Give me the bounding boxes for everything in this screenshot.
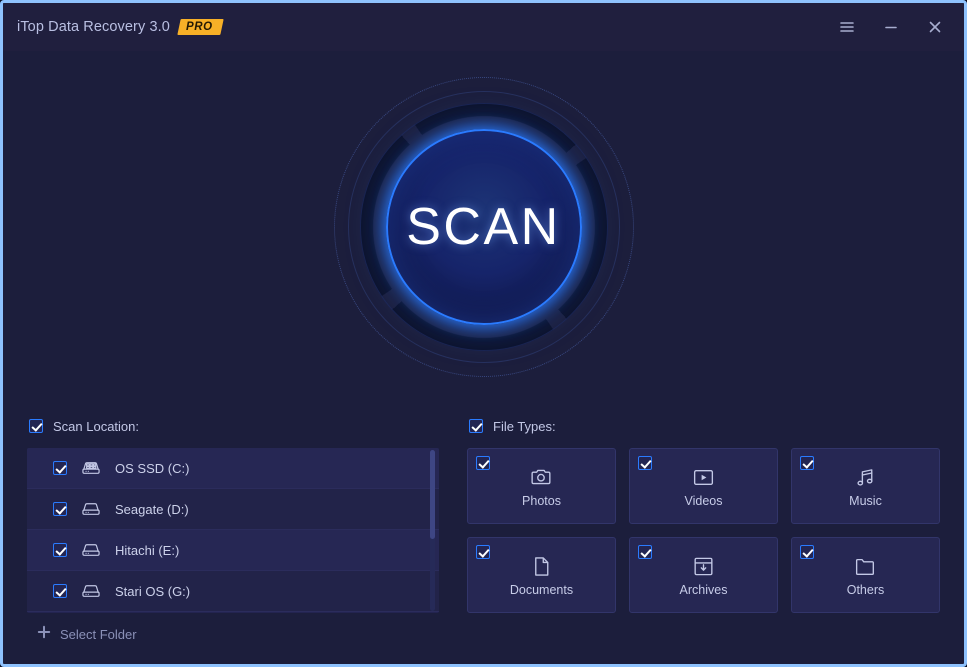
scan-location-label: Scan Location: bbox=[53, 418, 140, 434]
drive-checkbox[interactable] bbox=[53, 584, 67, 598]
drive-label: Hitachi (E:) bbox=[115, 542, 180, 558]
file-type-label: Music bbox=[849, 494, 882, 508]
folder-icon bbox=[853, 553, 878, 579]
file-type-card-documents[interactable]: Documents bbox=[467, 537, 616, 613]
camera-icon bbox=[529, 464, 554, 490]
plus-icon bbox=[37, 625, 51, 644]
scan-button-label: SCAN bbox=[406, 198, 561, 256]
file-type-checkbox[interactable] bbox=[476, 545, 490, 559]
file-type-label: Videos bbox=[684, 494, 723, 508]
drive-label: Seagate (D:) bbox=[115, 501, 189, 517]
drive-row[interactable]: Stari OS (G:) bbox=[27, 571, 439, 612]
file-types-panel: File Types: Photos Videos Music Document… bbox=[467, 413, 940, 664]
ssd-icon bbox=[80, 457, 102, 479]
drive-list-scroll-thumb[interactable] bbox=[430, 450, 435, 539]
document-icon bbox=[529, 553, 554, 579]
select-folder-button[interactable]: Select Folder bbox=[27, 617, 137, 651]
drive-list-scrollbar[interactable] bbox=[430, 450, 435, 611]
drive-checkbox[interactable] bbox=[53, 461, 67, 475]
video-play-icon bbox=[691, 464, 716, 490]
pro-badge-label: PRO bbox=[185, 21, 213, 33]
minimize-icon[interactable] bbox=[876, 12, 906, 42]
file-types-checkbox[interactable] bbox=[469, 419, 483, 433]
file-type-checkbox[interactable] bbox=[476, 456, 490, 470]
hdd-icon bbox=[80, 498, 102, 520]
drive-list: OS SSD (C:) Seagate (D:) Hitachi (E:) St… bbox=[27, 448, 439, 613]
file-type-card-videos[interactable]: Videos bbox=[629, 448, 778, 524]
file-type-card-others[interactable]: Others bbox=[791, 537, 940, 613]
drive-label: Stari OS (G:) bbox=[115, 583, 191, 599]
music-note-icon bbox=[853, 464, 878, 490]
drive-row[interactable]: OS SSD (C:) bbox=[27, 448, 439, 489]
file-types-grid: Photos Videos Music Documents Archives O… bbox=[467, 448, 940, 613]
title-bar: iTop Data Recovery 3.0 PRO bbox=[3, 3, 964, 51]
file-type-card-photos[interactable]: Photos bbox=[467, 448, 616, 524]
pro-badge: PRO bbox=[177, 19, 224, 35]
scan-location-panel: Scan Location: OS SSD (C:) Seagate (D:) … bbox=[27, 413, 439, 664]
drive-row[interactable]: Seagate (D:) bbox=[27, 489, 439, 530]
file-type-label: Others bbox=[846, 583, 885, 597]
file-type-checkbox[interactable] bbox=[800, 456, 814, 470]
drive-checkbox[interactable] bbox=[53, 543, 67, 557]
archive-box-icon bbox=[691, 553, 716, 579]
scan-core[interactable]: SCAN bbox=[385, 129, 582, 325]
file-type-label: Documents bbox=[509, 583, 574, 597]
file-types-header: File Types: bbox=[467, 413, 940, 439]
window-controls bbox=[832, 12, 964, 42]
scan-hero: SCAN bbox=[3, 51, 964, 403]
scan-location-header: Scan Location: bbox=[27, 413, 439, 439]
app-window: iTop Data Recovery 3.0 PRO SCAN Scan Loc… bbox=[0, 0, 967, 667]
hdd-icon bbox=[80, 539, 102, 561]
file-type-card-music[interactable]: Music bbox=[791, 448, 940, 524]
file-type-card-archives[interactable]: Archives bbox=[629, 537, 778, 613]
scan-location-checkbox[interactable] bbox=[29, 419, 43, 433]
drive-label: OS SSD (C:) bbox=[115, 460, 190, 476]
close-icon[interactable] bbox=[920, 12, 950, 42]
file-type-checkbox[interactable] bbox=[638, 456, 652, 470]
drive-checkbox[interactable] bbox=[53, 502, 67, 516]
file-type-label: Photos bbox=[522, 494, 561, 508]
file-type-checkbox[interactable] bbox=[800, 545, 814, 559]
app-title: iTop Data Recovery 3.0 bbox=[17, 19, 170, 35]
bottom-section: Scan Location: OS SSD (C:) Seagate (D:) … bbox=[3, 403, 964, 664]
file-type-checkbox[interactable] bbox=[638, 545, 652, 559]
drive-row[interactable]: Hitachi (E:) bbox=[27, 530, 439, 571]
file-types-label: File Types: bbox=[493, 418, 556, 434]
hdd-icon bbox=[80, 580, 102, 602]
scan-button[interactable]: SCAN bbox=[333, 77, 634, 377]
select-folder-label: Select Folder bbox=[60, 626, 137, 642]
file-type-label: Archives bbox=[679, 583, 728, 597]
menu-icon[interactable] bbox=[832, 12, 862, 42]
